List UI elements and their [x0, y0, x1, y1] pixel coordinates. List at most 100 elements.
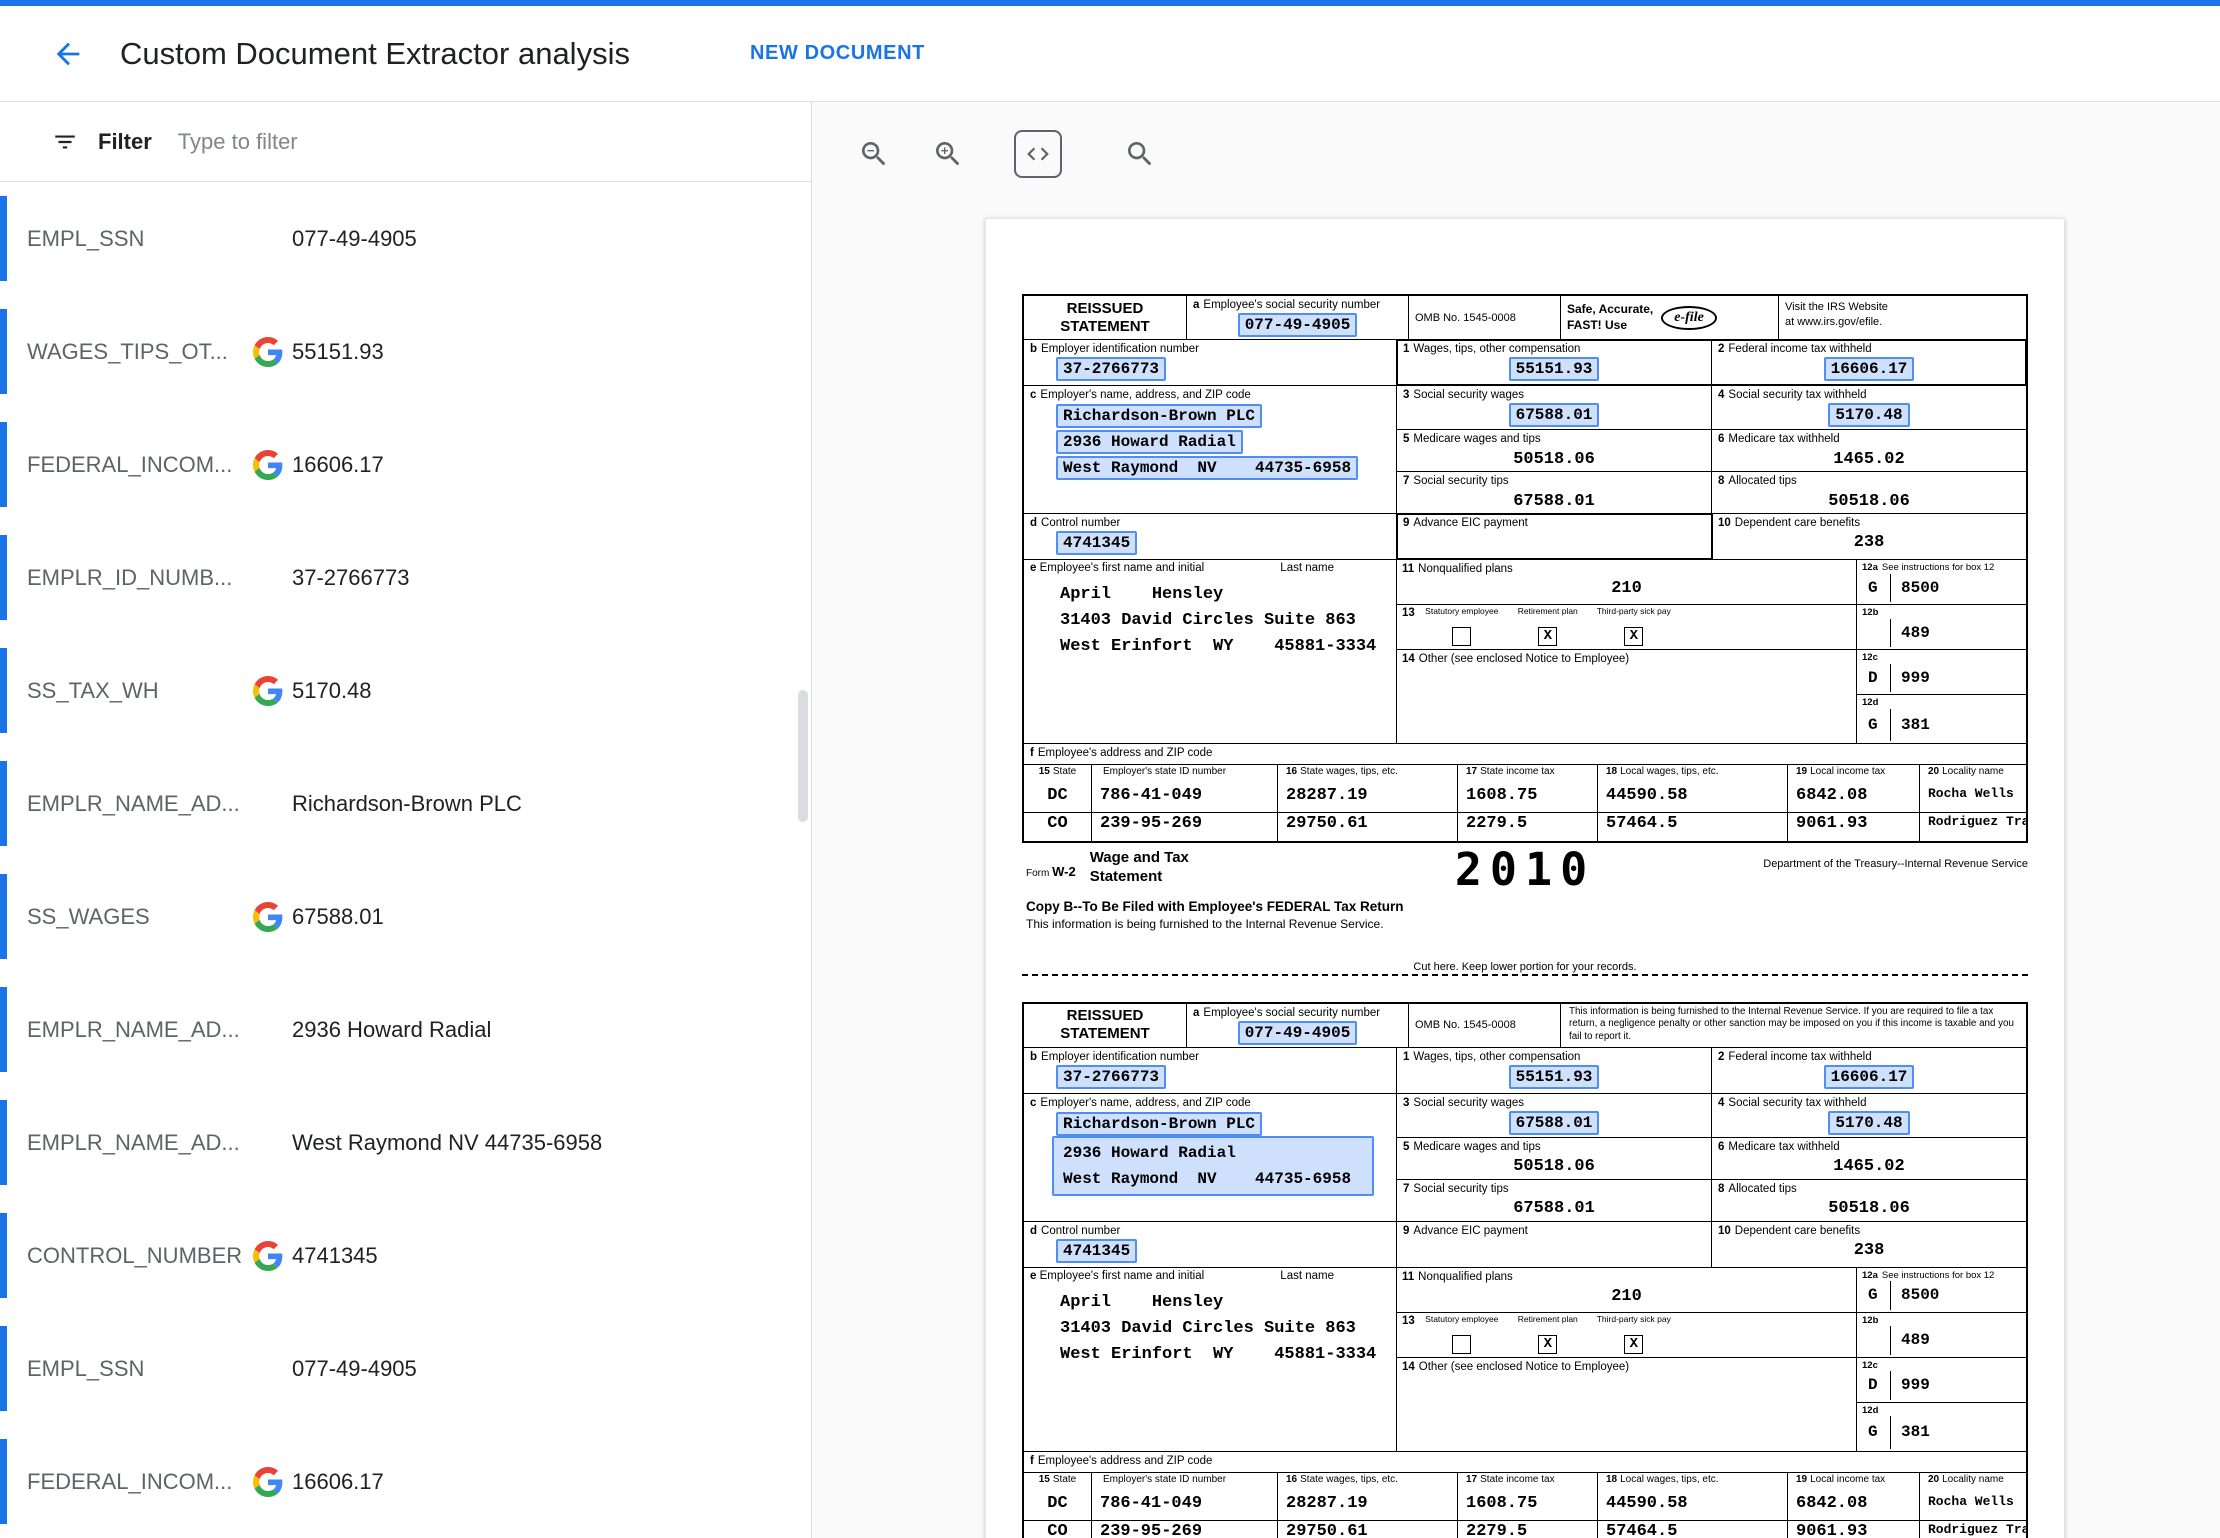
entity-row[interactable]: EMPLR_ID_NUMB... 37-2766773: [0, 521, 811, 634]
entity-row[interactable]: EMPL_SSN 077-49-4905: [0, 1312, 811, 1425]
last-name-label: Last name: [1280, 562, 1334, 574]
w2-box11: 11Nonqualified plans 210: [1397, 560, 1856, 605]
entity-label: EMPLR_NAME_AD...: [27, 791, 240, 817]
state-row: DC 786-41-049 28287.19 1608.75 44590.58 …: [1024, 1493, 2026, 1521]
doc-highlight-wages[interactable]: 55151.93: [1509, 1065, 1600, 1089]
entity-value: 4741345: [292, 1243, 378, 1269]
scrollbar-thumb[interactable]: [798, 690, 808, 822]
w2-copy-c-slot: REISSUED STATEMENT aEmployee's social se…: [1022, 1002, 2028, 1538]
doc-highlight-ein[interactable]: 37-2766773: [1056, 357, 1166, 381]
doc-highlight-employer-street[interactable]: 2936 Howard Radial: [1056, 1141, 1243, 1165]
doc-highlight-ein[interactable]: 37-2766773: [1056, 1065, 1166, 1089]
search-button[interactable]: [1122, 136, 1158, 172]
statutory-employee-checkbox[interactable]: [1452, 627, 1471, 646]
doc-highlight-ssn[interactable]: 077-49-4905: [1238, 1021, 1358, 1045]
w2-box4: 4Social security tax withheld 5170.48: [1712, 1094, 2026, 1137]
new-document-button[interactable]: NEW DOCUMENT: [750, 42, 925, 65]
zoom-in-button[interactable]: [930, 136, 966, 172]
entity-value-group: 5170.48: [253, 676, 372, 706]
entity-row[interactable]: EMPL_SSN 077-49-4905: [0, 182, 811, 295]
google-logo-icon: [253, 450, 283, 480]
entities-panel: Filter EMPL_SSN 077-49-4905 WAGES_TIPS_O…: [0, 102, 812, 1538]
w2-box12c: 12c D999: [1857, 1358, 2026, 1403]
doc-highlight-employer-name[interactable]: Richardson-Brown PLC: [1056, 404, 1262, 428]
entity-row[interactable]: EMPLR_NAME_AD... 2936 Howard Radial: [0, 973, 811, 1086]
google-logo-icon: [253, 1241, 283, 1271]
entity-value: 67588.01: [292, 904, 384, 930]
entity-value-group: West Raymond NV 44735-6958: [253, 1128, 602, 1158]
efile-logo: e-file: [1661, 306, 1717, 330]
entity-label: CONTROL_NUMBER: [27, 1243, 242, 1269]
entity-row[interactable]: WAGES_TIPS_OT... 55151.93: [0, 295, 811, 408]
entity-accent-bar: [0, 1439, 7, 1524]
w2-box5: 5Medicare wages and tips 50518.06: [1397, 1138, 1712, 1179]
entity-label: SS_WAGES: [27, 904, 150, 930]
entity-row[interactable]: EMPLR_NAME_AD... Richardson-Brown PLC: [0, 747, 811, 860]
document-page: REISSUED STATEMENT aEmployee's social se…: [985, 218, 2065, 1538]
google-logo-icon: [253, 337, 283, 367]
cut-line-text: Cut here. Keep lower portion for your re…: [1022, 961, 2028, 973]
doc-highlight-federal-tax[interactable]: 16606.17: [1824, 1065, 1915, 1089]
entity-value-group: 37-2766773: [253, 563, 409, 593]
employee-name: April Hensley: [1060, 585, 1390, 604]
w2-box12d: 12d G381: [1857, 695, 2026, 743]
doc-highlight-employer-city[interactable]: West Raymond NV 44735-6958: [1056, 1167, 1358, 1191]
doc-highlight-employer-name[interactable]: Richardson-Brown PLC: [1056, 1112, 1262, 1136]
entity-label: FEDERAL_INCOM...: [27, 452, 232, 478]
retirement-plan-checkbox[interactable]: X: [1538, 1335, 1557, 1354]
filter-input[interactable]: [178, 129, 811, 155]
w2-safe-accurate: Safe, Accurate,FAST! Use e-file: [1561, 296, 1779, 339]
w2-irs-notice: This information is being furnished to t…: [1561, 1004, 2026, 1047]
entity-row[interactable]: CONTROL_NUMBER 4741345: [0, 1199, 811, 1312]
doc-highlight-ss-wages[interactable]: 67588.01: [1509, 1111, 1600, 1135]
w2-box13: 13 Statutory employee Retirement plan X …: [1397, 1313, 1856, 1358]
w2-box11: 11Nonqualified plans 210: [1397, 1268, 1856, 1313]
third-party-sick-pay-checkbox[interactable]: X: [1624, 1335, 1643, 1354]
statutory-employee-checkbox[interactable]: [1452, 1335, 1471, 1354]
w2-visit-irs: Visit the IRS Website at www.irs.gov/efi…: [1779, 296, 2026, 339]
doc-highlight-employer-street[interactable]: 2936 Howard Radial: [1056, 430, 1243, 454]
back-button[interactable]: [44, 30, 92, 78]
code-view-button[interactable]: [1014, 130, 1062, 178]
w2-form: REISSUED STATEMENT aEmployee's social se…: [1022, 294, 2028, 931]
app-header: Custom Document Extractor analysis NEW D…: [0, 6, 2220, 102]
w2-box3: 3Social security wages 67588.01: [1397, 386, 1712, 429]
w2-box2: 2Federal income tax withheld 16606.17: [1712, 1048, 2026, 1093]
doc-highlight-employer-city[interactable]: West Raymond NV 44735-6958: [1056, 456, 1358, 480]
retirement-plan-checkbox[interactable]: X: [1538, 627, 1557, 646]
third-party-sick-pay-checkbox[interactable]: X: [1624, 627, 1643, 646]
w2-box13: 13 Statutory employee Retirement plan X …: [1397, 605, 1856, 650]
entity-row[interactable]: FEDERAL_INCOM... 16606.17: [0, 408, 811, 521]
doc-highlight-ss-tax[interactable]: 5170.48: [1828, 403, 1909, 427]
entity-label: EMPLR_ID_NUMB...: [27, 565, 232, 591]
viewer-toolbar: [812, 102, 2220, 206]
entity-row[interactable]: EMPLR_NAME_AD... West Raymond NV 44735-6…: [0, 1086, 811, 1199]
doc-highlight-ss-wages[interactable]: 67588.01: [1509, 403, 1600, 427]
doc-highlight-ss-tax[interactable]: 5170.48: [1828, 1111, 1909, 1135]
w2-box10: 10Dependent care benefits 238: [1712, 514, 2026, 559]
w2-box4: 4Social security tax withheld 5170.48: [1712, 386, 2026, 429]
entity-row[interactable]: SS_TAX_WH 5170.48: [0, 634, 811, 747]
filter-icon: [52, 129, 78, 155]
entity-row[interactable]: FEDERAL_INCOM... 16606.17: [0, 1425, 811, 1538]
w2-box6: 6Medicare tax withheld 1465.02: [1712, 430, 2026, 471]
w2-box-b: bEmployer identification number 37-27667…: [1024, 340, 1397, 385]
entity-value-group: 55151.93: [253, 337, 384, 367]
doc-highlight-wages[interactable]: 55151.93: [1509, 357, 1600, 381]
w2-box12d: 12d G381: [1857, 1403, 2026, 1451]
w2-box9: 9Advance EIC payment: [1397, 514, 1712, 559]
entity-label: WAGES_TIPS_OT...: [27, 339, 228, 365]
w2-state-table: 15State Employer's state ID number 16Sta…: [1024, 765, 2026, 841]
cut-line: Cut here. Keep lower portion for your re…: [1022, 961, 2028, 976]
zoom-out-button[interactable]: [856, 136, 892, 172]
entity-value: 16606.17: [292, 1469, 384, 1495]
doc-highlight-ssn[interactable]: 077-49-4905: [1238, 313, 1358, 337]
google-logo-icon: [253, 902, 283, 932]
doc-highlight-control-number[interactable]: 4741345: [1056, 1239, 1137, 1263]
entity-row[interactable]: SS_WAGES 67588.01: [0, 860, 811, 973]
w2-box-c: cEmployer's name, address, and ZIP code …: [1024, 386, 1397, 513]
entity-accent-bar: [0, 761, 7, 846]
doc-highlight-control-number[interactable]: 4741345: [1056, 531, 1137, 555]
doc-highlight-federal-tax[interactable]: 16606.17: [1824, 357, 1915, 381]
employer-address-group: 2936 Howard Radial West Raymond NV 44735…: [1030, 430, 1390, 480]
